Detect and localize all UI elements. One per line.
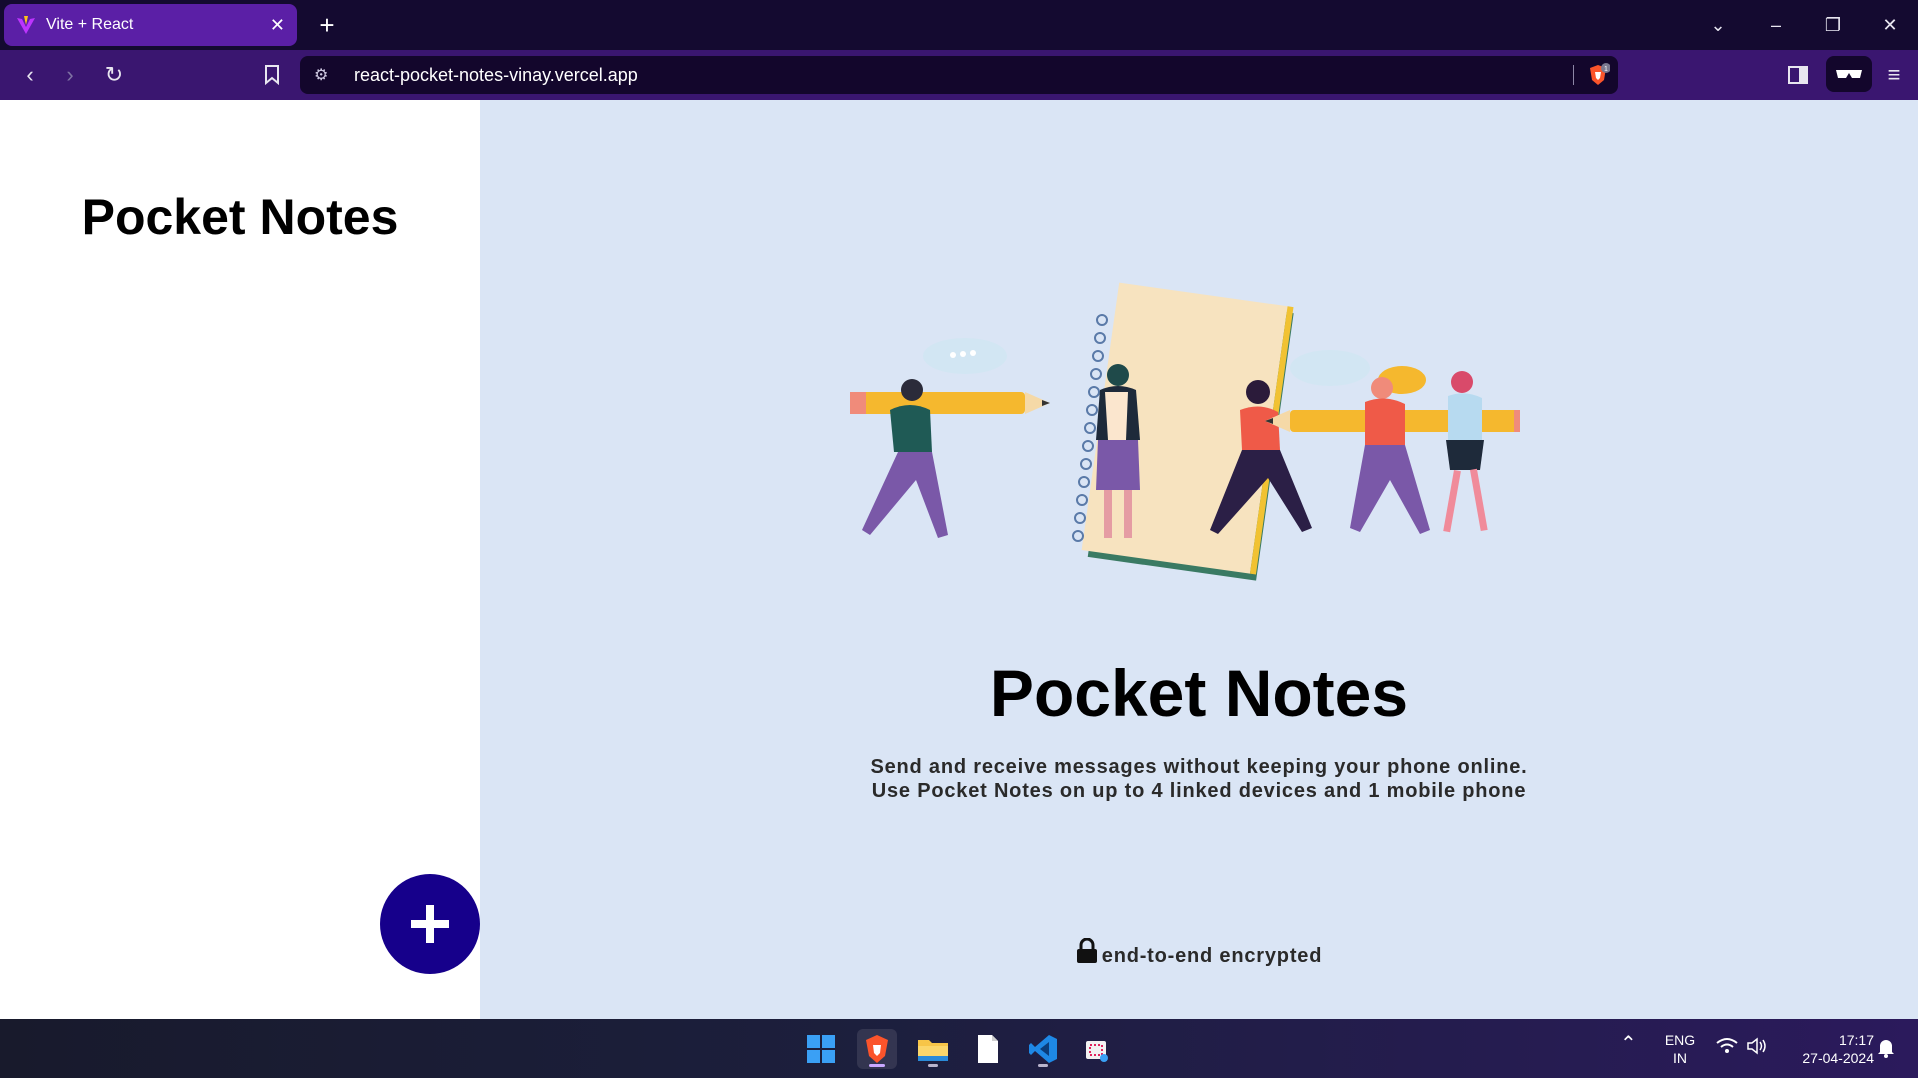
- forward-button[interactable]: ›: [52, 58, 88, 92]
- lock-icon: [1076, 938, 1097, 963]
- site-settings-icon[interactable]: ⚙: [314, 65, 336, 85]
- running-indicator: [1038, 1064, 1048, 1067]
- tab-close-icon[interactable]: ✕: [270, 15, 285, 36]
- bookmark-icon[interactable]: [254, 58, 290, 92]
- plus-icon: [411, 905, 449, 943]
- clock[interactable]: 17:17 27-04-2024: [1784, 1031, 1874, 1067]
- clock-date: 27-04-2024: [1802, 1050, 1874, 1066]
- taskbar-brave[interactable]: [857, 1029, 897, 1069]
- main-title: Pocket Notes: [989, 656, 1409, 730]
- add-group-button[interactable]: [380, 874, 480, 974]
- shield-badge: 1: [1604, 66, 1608, 73]
- active-indicator: [869, 1064, 885, 1067]
- sidebar-title: Pocket Notes: [81, 189, 399, 245]
- running-indicator: [928, 1064, 938, 1067]
- start-button[interactable]: [801, 1029, 841, 1069]
- show-hidden-icons-chevron[interactable]: ⌃: [1620, 1034, 1637, 1054]
- taskbar-file-explorer[interactable]: [913, 1029, 953, 1069]
- people-with-notebook-illustration: [850, 282, 1520, 581]
- language-top: ENG: [1664, 1032, 1696, 1048]
- notes-sidebar: Pocket Notes: [0, 100, 480, 1019]
- encryption-text: end-to-end encrypted: [1101, 945, 1323, 967]
- reload-icon[interactable]: ↻: [96, 58, 132, 92]
- snipping-tool-icon: [1086, 1041, 1108, 1062]
- volume-icon[interactable]: [1746, 1037, 1768, 1059]
- document-icon: [978, 1035, 998, 1063]
- address-bar[interactable]: ⚙ react-pocket-notes-vinay.vercel.app 1: [300, 56, 1618, 94]
- back-button[interactable]: ‹: [12, 58, 48, 92]
- windows-logo-icon: [807, 1035, 835, 1063]
- glasses-icon: [1836, 70, 1862, 78]
- taskbar-snipping-tool[interactable]: [1076, 1029, 1116, 1069]
- tab-search-chevron-icon[interactable]: ⌄: [1700, 8, 1736, 42]
- language-indicator[interactable]: ENG IN: [1660, 1031, 1700, 1067]
- url-text: react-pocket-notes-vinay.vercel.app: [354, 64, 638, 85]
- taskbar-vscode[interactable]: [1023, 1029, 1063, 1069]
- tab-title: Vite + React: [46, 16, 134, 33]
- taskbar-notepad[interactable]: [968, 1029, 1008, 1069]
- url-separator: [1573, 65, 1574, 85]
- windows-taskbar: ⌃ ENG IN 17:17 27-04-2024: [0, 1019, 1918, 1078]
- menu-icon[interactable]: ≡: [1876, 58, 1912, 92]
- encryption-notice: end-to-end encrypted: [480, 938, 1918, 968]
- description-line-2: Use Pocket Notes on up to 4 linked devic…: [871, 780, 1527, 802]
- brave-browser-icon: [866, 1035, 888, 1063]
- sidebar-toggle-icon[interactable]: [1780, 58, 1816, 92]
- vite-icon: [17, 16, 35, 34]
- browser-tab-bar: Vite + React ✕ + ⌄ – ❐ ✕: [0, 0, 1918, 50]
- clock-time: 17:17: [1838, 1032, 1874, 1048]
- new-tab-button[interactable]: +: [312, 10, 342, 40]
- language-bottom: IN: [1673, 1050, 1687, 1066]
- reader-mode-button[interactable]: [1826, 56, 1872, 92]
- description: Send and receive messages without keepin…: [480, 755, 1918, 803]
- brave-shield-icon[interactable]: 1: [1586, 63, 1610, 87]
- close-window-button[interactable]: ✕: [1872, 8, 1908, 42]
- browser-toolbar: ‹ › ↻ ⚙ react-pocket-notes-vinay.vercel.…: [0, 50, 1918, 100]
- notification-bell-icon[interactable]: [1876, 1037, 1896, 1063]
- main-panel: Pocket Notes Send and receive messages w…: [480, 100, 1918, 1019]
- minimize-button[interactable]: –: [1758, 8, 1794, 42]
- restore-button[interactable]: ❐: [1815, 8, 1851, 42]
- wifi-icon[interactable]: [1716, 1037, 1738, 1059]
- browser-tab-active[interactable]: Vite + React ✕: [4, 4, 297, 46]
- vscode-icon: [1029, 1035, 1057, 1063]
- description-line-1: Send and receive messages without keepin…: [870, 756, 1528, 778]
- folder-icon: [918, 1040, 948, 1061]
